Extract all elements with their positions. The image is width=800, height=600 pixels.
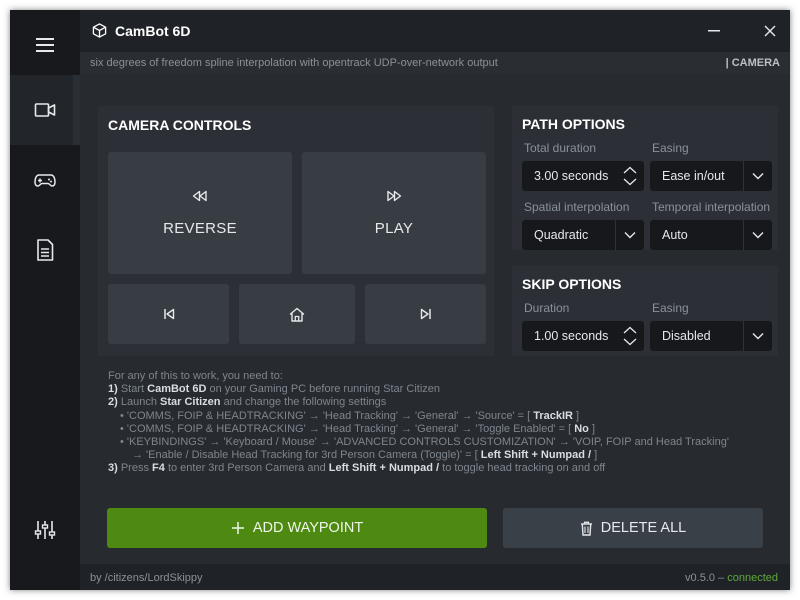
instruction-bullet-3: • 'KEYBINDINGS' → 'Keyboard / Mouse' → '… — [120, 436, 729, 449]
minimize-icon — [708, 30, 720, 32]
instruction-step-1: 1) Start CamBot 6D on your Gaming PC bef… — [108, 383, 441, 396]
skip-to-start-button[interactable] — [108, 284, 229, 344]
gamepad-icon — [34, 174, 56, 187]
delete-all-label: DELETE ALL — [600, 520, 687, 536]
spatial-interpolation-select[interactable]: Quadratic — [522, 220, 644, 250]
spatial-interpolation-dropdown[interactable] — [616, 220, 644, 250]
skip-easing-dropdown[interactable] — [744, 321, 772, 351]
camera-controls-title: CAMERA CONTROLS — [108, 117, 252, 133]
instruction-bullet-2: • 'COMMS, FOIP & HEADTRACKING' → 'Head T… — [120, 422, 595, 435]
temporal-interpolation-value: Auto — [662, 228, 688, 242]
spin-up-down-icon — [623, 326, 637, 346]
chevron-down-icon — [752, 232, 764, 239]
skip-duration-spinner[interactable] — [616, 321, 644, 351]
sidebar-item-settings[interactable] — [10, 495, 80, 565]
subtitle-bar: six degrees of freedom spline interpolat… — [80, 52, 790, 74]
spatial-interpolation-value: Quadratic — [534, 228, 589, 242]
close-button[interactable] — [756, 18, 784, 44]
path-easing-dropdown[interactable] — [744, 161, 772, 191]
reverse-label: REVERSE — [163, 219, 237, 237]
skip-duration-label: Duration — [524, 301, 570, 315]
trash-icon — [580, 521, 592, 536]
instruction-step-2: 2) Launch Star Citizen and change the fo… — [108, 396, 387, 409]
skip-options-title: SKIP OPTIONS — [522, 276, 622, 292]
instruction-bullet-1: • 'COMMS, FOIP & HEADTRACKING' → 'Head T… — [120, 409, 580, 422]
rewind-icon — [192, 190, 207, 201]
delete-all-button[interactable]: DELETE ALL — [503, 508, 763, 548]
skip-easing-select[interactable]: Disabled — [650, 321, 772, 351]
skip-duration-value: 1.00 seconds — [534, 329, 609, 343]
instruction-bullet-3-continued: → 'Enable / Disable Head Tracking for 3r… — [132, 449, 598, 462]
sidebar — [10, 10, 80, 590]
app-description: six degrees of freedom spline interpolat… — [90, 57, 498, 69]
path-easing-value: Ease in/out — [662, 169, 725, 183]
close-icon — [764, 25, 776, 37]
sidebar-item-camera[interactable] — [10, 75, 80, 145]
instructions-intro: For any of this to work, you need to: — [108, 370, 283, 382]
setup-instructions: For any of this to work, you need to: 1)… — [108, 370, 768, 476]
path-options-panel: PATH OPTIONS Total duration 3.00 seconds… — [512, 106, 778, 250]
chevron-down-icon — [752, 173, 764, 180]
play-button[interactable]: PLAY — [302, 152, 486, 274]
camera-icon — [34, 103, 56, 117]
sidebar-item-document[interactable] — [10, 215, 80, 285]
title-bar: CamBot 6D — [80, 10, 790, 52]
current-section: | CAMERA — [725, 57, 780, 69]
version-status: v0.5.0 – connected — [685, 572, 778, 584]
path-options-title: PATH OPTIONS — [522, 116, 625, 132]
cube-logo-icon — [92, 23, 107, 38]
active-indicator — [73, 75, 80, 145]
skip-options-panel: SKIP OPTIONS Duration 1.00 seconds Easin… — [512, 266, 778, 356]
instruction-step-3: 3) Press F4 to enter 3rd Person Camera a… — [108, 462, 606, 475]
add-waypoint-label: ADD WAYPOINT — [252, 520, 364, 536]
total-duration-value: 3.00 seconds — [534, 169, 609, 183]
add-waypoint-button[interactable]: ADD WAYPOINT — [107, 508, 487, 548]
status-footer: by /citizens/LordSkippy v0.5.0 – connect… — [80, 564, 790, 590]
play-label: PLAY — [374, 219, 414, 237]
chevron-down-icon — [752, 333, 764, 340]
temporal-interpolation-select[interactable]: Auto — [650, 220, 772, 250]
document-icon — [37, 239, 54, 261]
minimize-button[interactable] — [700, 18, 728, 44]
version-label: v0.5.0 – — [685, 572, 725, 584]
temporal-interpolation-label: Temporal interpolation — [652, 200, 771, 214]
skip-forward-icon — [420, 308, 431, 320]
home-icon — [289, 307, 305, 322]
spin-up-down-icon — [623, 166, 637, 186]
total-duration-label: Total duration — [524, 141, 597, 155]
app-window: CamBot 6D six degrees of freedom spline … — [10, 10, 790, 590]
hamburger-menu-icon — [36, 38, 54, 52]
temporal-interpolation-dropdown[interactable] — [744, 220, 772, 250]
connection-status: connected — [727, 572, 778, 584]
plus-icon — [231, 522, 244, 534]
sliders-icon — [34, 521, 56, 539]
reverse-button[interactable]: REVERSE — [108, 152, 292, 274]
skip-easing-value: Disabled — [662, 329, 711, 343]
chevron-down-icon — [624, 232, 636, 239]
camera-controls-panel: CAMERA CONTROLS REVERSE PLAY — [98, 106, 494, 356]
skip-to-end-button[interactable] — [365, 284, 486, 344]
app-title: CamBot 6D — [115, 23, 191, 39]
fast-forward-icon — [387, 190, 402, 201]
total-duration-spinner[interactable] — [616, 161, 644, 191]
spatial-interpolation-label: Spatial interpolation — [524, 200, 630, 214]
path-easing-label: Easing — [652, 141, 689, 155]
author-credit: by /citizens/LordSkippy — [90, 572, 203, 584]
total-duration-spinbox[interactable]: 3.00 seconds — [522, 161, 644, 191]
home-button[interactable] — [239, 284, 355, 344]
sidebar-item-gamepad[interactable] — [10, 145, 80, 215]
skip-back-icon — [163, 308, 174, 320]
main-content: CAMERA CONTROLS REVERSE PLAY PATH OPTION… — [80, 74, 790, 564]
menu-button[interactable] — [10, 10, 80, 80]
path-easing-select[interactable]: Ease in/out — [650, 161, 772, 191]
skip-easing-label: Easing — [652, 301, 689, 315]
skip-duration-spinbox[interactable]: 1.00 seconds — [522, 321, 644, 351]
